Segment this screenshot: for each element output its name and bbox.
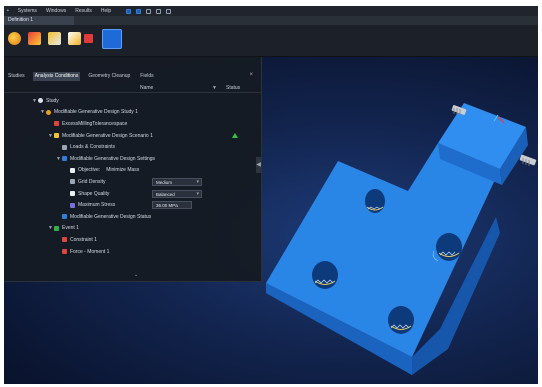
save-icon[interactable] [146, 8, 152, 14]
hole-left[interactable] [312, 261, 338, 289]
menu-bar: • Systems Windows Results Help [4, 6, 538, 16]
tree-row[interactable]: Shape Quality Balanced [4, 188, 262, 200]
ribbon-tab-strip: Definition 1 [4, 16, 538, 25]
tree-item-label: Maximum Stress [78, 202, 116, 209]
menu-item-help[interactable]: Help [101, 8, 111, 14]
study-tool-icon[interactable] [8, 32, 21, 45]
force-icon [62, 249, 67, 255]
tree-item-label: Force - Moment 1 [70, 248, 110, 255]
menu-item-results[interactable]: Results [75, 8, 92, 14]
bolt-right [519, 154, 537, 166]
stress-icon [70, 202, 75, 208]
quality-icon [70, 191, 75, 197]
sort-arrow-icon[interactable]: ▼ [212, 84, 217, 93]
results-tool-icon[interactable] [102, 29, 122, 49]
hole-bottom[interactable] [388, 306, 414, 334]
constraint-icon [62, 237, 67, 243]
generative-design-tool-icon[interactable] [28, 32, 41, 45]
loads-icon [62, 144, 67, 150]
tree-item-label: Study [46, 97, 59, 104]
chevron-down-icon[interactable]: ⌄ [134, 272, 138, 278]
generative-study-icon [46, 109, 51, 115]
constraint-tool-icon[interactable] [84, 34, 93, 43]
column-status[interactable]: Status [226, 84, 240, 93]
tree-row[interactable]: Modifiable Generative Design Status [4, 211, 262, 223]
tree-row[interactable]: Loads & Constraints [4, 141, 262, 153]
tree-item-label: ExcessMillingTolerancespace [62, 120, 128, 127]
expand-arrow-icon[interactable]: ▼ [48, 133, 53, 139]
maximum-stress-input[interactable]: 36.00 MPa [152, 201, 192, 210]
tree-row[interactable]: ▼ Study [4, 95, 262, 107]
tree-item-label: Constraint 1 [70, 236, 97, 243]
menu-item-systems[interactable]: Systems [18, 8, 37, 14]
tree-row[interactable]: Grid Density Medium [4, 176, 262, 188]
objective-value: Minimize Mass [106, 167, 140, 174]
expand-arrow-icon[interactable]: ▼ [32, 98, 37, 104]
tree-row[interactable]: ▼ Modifiable Generative Design Scenario 1 [4, 130, 262, 142]
open-icon[interactable] [156, 8, 162, 14]
expand-arrow-icon[interactable]: ▼ [48, 225, 53, 231]
scenario-icon [54, 133, 59, 139]
panel-collapse-icon[interactable]: ◀ [256, 157, 261, 173]
grid-icon [70, 179, 75, 185]
objective-icon [70, 167, 75, 173]
tree-column-header: Name ▼ Status [4, 84, 262, 93]
tree-item-label: Event 1 [62, 225, 79, 232]
quick-access-toolbar [126, 8, 172, 14]
expand-arrow-icon[interactable]: ▼ [40, 109, 45, 115]
study-tree: ▼ Study ▼ Modifiable Generative Design Stud… [4, 95, 262, 257]
tree-row[interactable]: ▼ Event 1 [4, 223, 262, 235]
tree-row[interactable]: ▼ Modifiable Generative Design Settings [4, 153, 262, 165]
tab-analysis-conditions[interactable]: Analysis Conditions [32, 72, 81, 81]
grid-select[interactable]: Medium [152, 177, 202, 186]
tree-item-label: Shape Quality [78, 190, 110, 197]
ribbon-tab-definition[interactable]: Definition 1 [4, 16, 74, 25]
expand-arrow-icon[interactable]: ▼ [56, 156, 61, 162]
ribbon-toolbar [4, 25, 538, 57]
study-icon [38, 98, 43, 104]
study-browser-panel: Studies Analysis Conditions Geometry Cle… [4, 57, 262, 282]
settings-icon [62, 156, 67, 162]
undo-icon[interactable] [126, 8, 132, 14]
tree-item-label: Grid Density [78, 178, 106, 185]
tolerance-icon [54, 121, 59, 127]
close-icon[interactable]: × [249, 72, 253, 78]
tree-row[interactable]: Constraint 1 [4, 234, 262, 246]
tree-row[interactable]: ExcessMillingTolerancespace [4, 118, 262, 130]
options-icon[interactable] [166, 8, 172, 14]
menu-item-windows[interactable]: Windows [46, 8, 66, 14]
tree-item-label: Loads & Constraints [70, 144, 116, 151]
tree-item-label: Modifiable Generative Design Study 1 [54, 109, 138, 116]
tree-row[interactable]: Maximum Stress 36.00 MPa [4, 199, 262, 211]
app-window: • Systems Windows Results Help Definitio… [4, 6, 538, 384]
quality-select[interactable]: Balanced [152, 189, 202, 198]
tree-row[interactable]: Objective: Minimize Mass [4, 165, 262, 177]
tree-item-label: Modifiable Generative Design Status [70, 213, 152, 220]
tree-item-label: Modifiable Generative Design Scenario 1 [62, 132, 153, 139]
part-top-face [266, 143, 500, 357]
tree-item-label: Objective: [78, 167, 101, 174]
menu-item-edit[interactable]: • [7, 8, 9, 14]
redo-icon[interactable] [136, 8, 142, 14]
scenario-tool-icon[interactable] [48, 32, 61, 45]
tree-row[interactable]: Force - Moment 1 [4, 246, 262, 258]
event-icon [54, 225, 59, 231]
status-icon [62, 214, 67, 220]
panel-tab-strip: Studies Analysis Conditions Geometry Cle… [4, 72, 156, 81]
run-tool-icon[interactable] [68, 32, 81, 45]
tab-studies[interactable]: Studies [6, 72, 27, 81]
status-ok-icon [232, 133, 238, 139]
column-name[interactable]: Name [140, 84, 153, 93]
tab-fields[interactable]: Fields [138, 72, 155, 81]
tree-row[interactable]: ▼ Modifiable Generative Design Study 1 [4, 107, 262, 119]
tree-item-label: Modifiable Generative Design Settings [70, 155, 156, 162]
tab-geometry-cleanup[interactable]: Geometry Cleanup [86, 72, 132, 81]
hole-top[interactable] [365, 189, 385, 213]
